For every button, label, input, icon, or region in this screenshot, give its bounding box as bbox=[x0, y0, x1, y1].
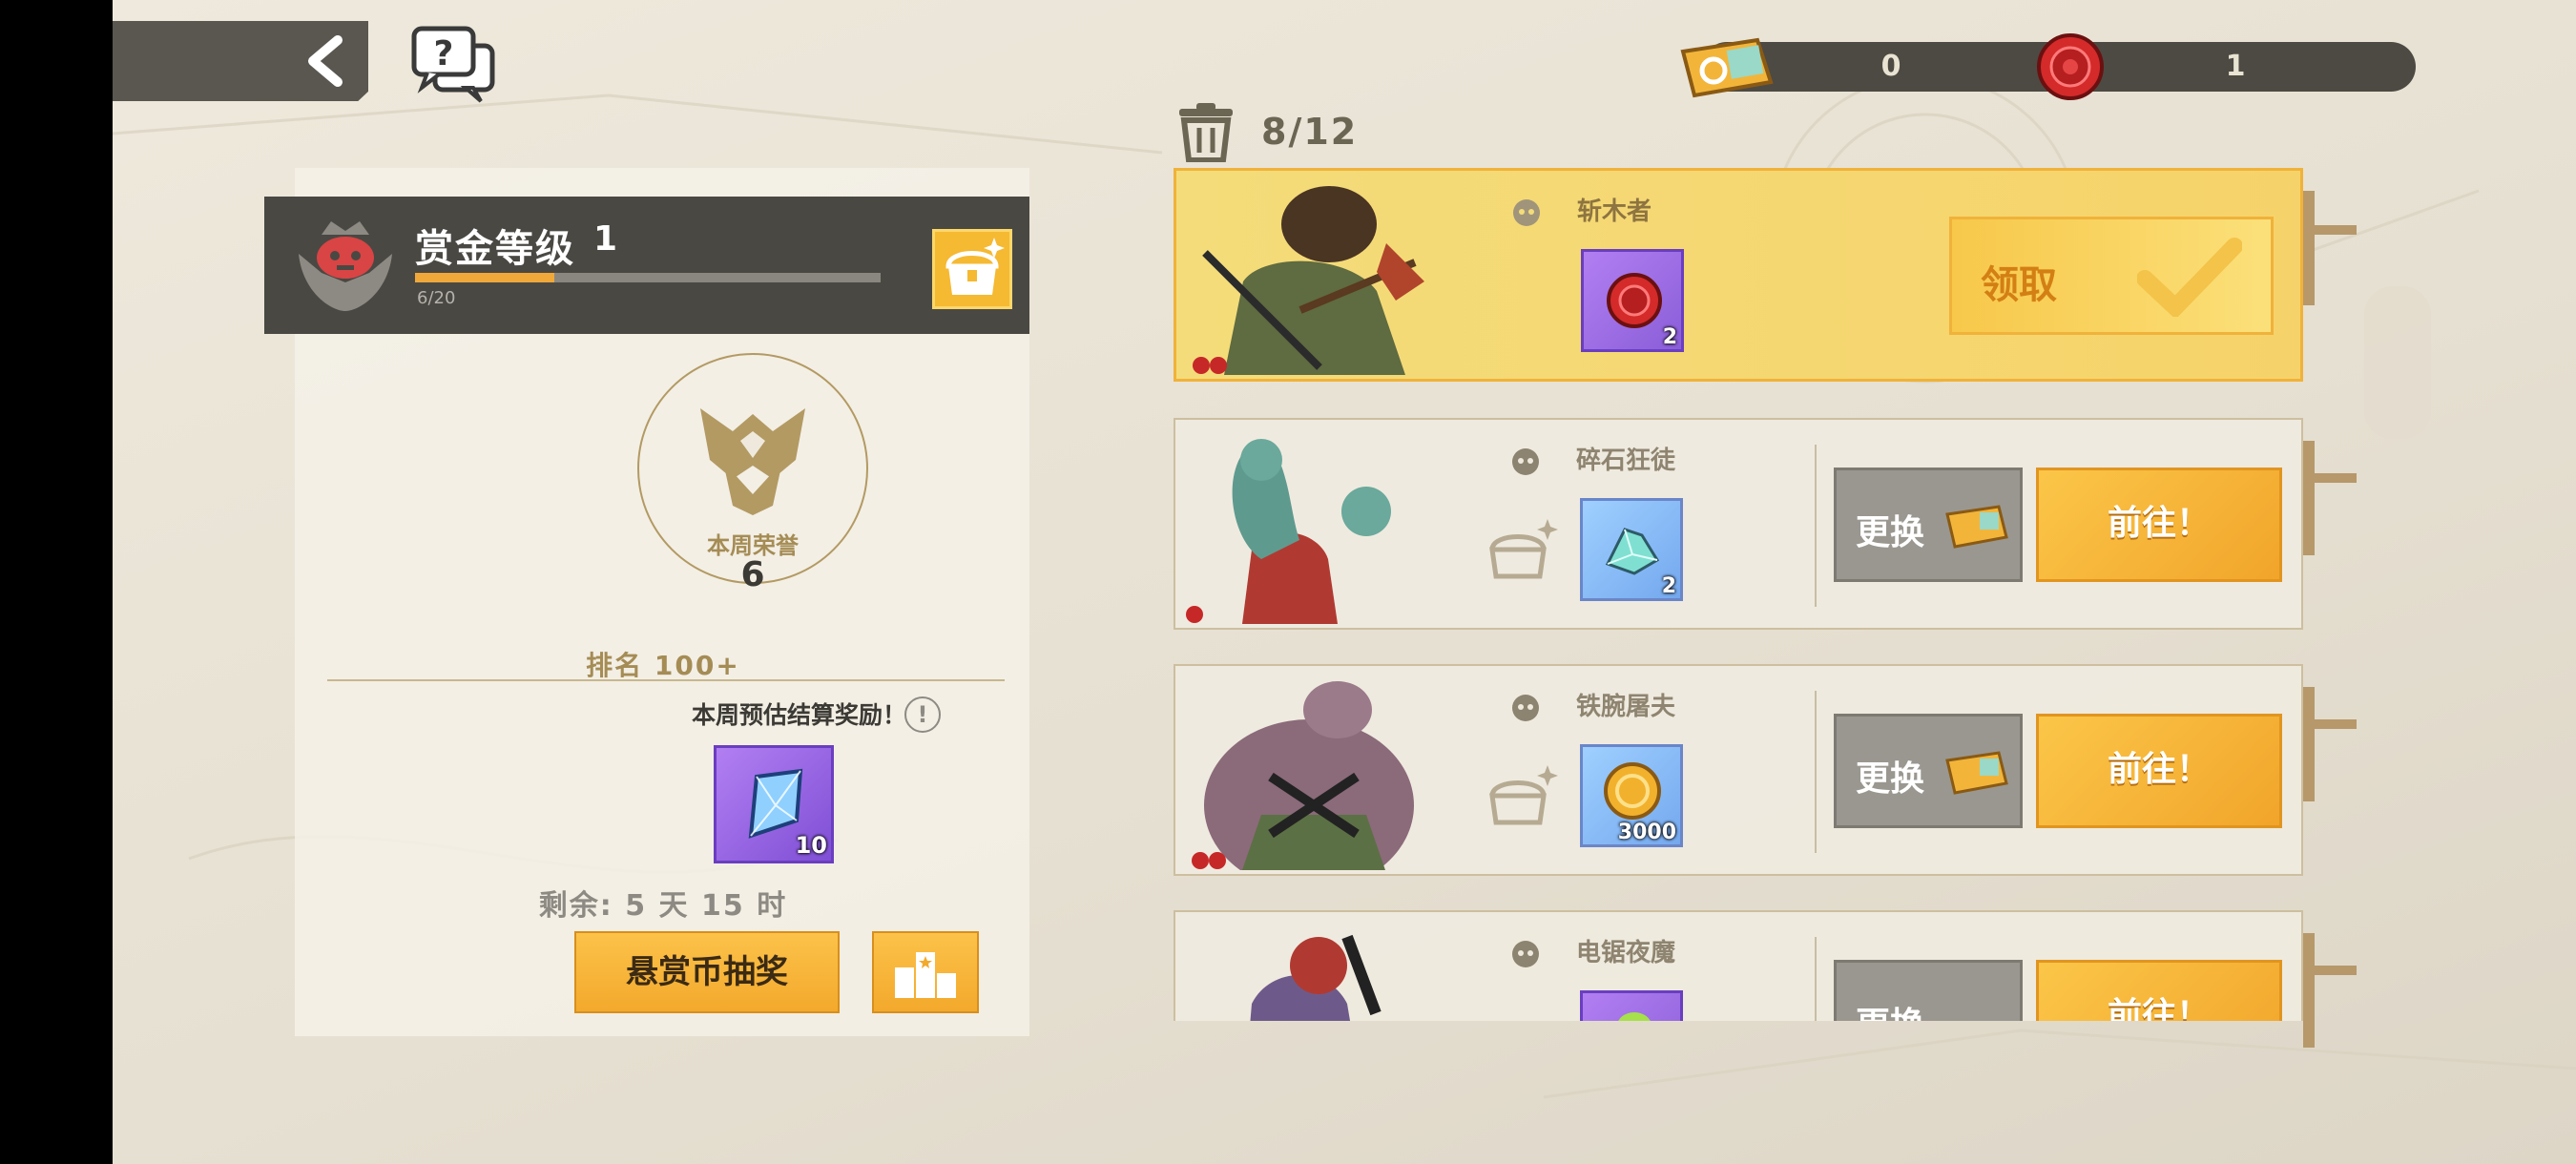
weekly-reward-label: 本周预估结算奖励！ bbox=[691, 701, 906, 729]
skull-icon bbox=[1512, 941, 1539, 967]
trash-bin-icon[interactable] bbox=[1175, 103, 1236, 162]
reward-item[interactable]: 2 bbox=[1581, 249, 1684, 352]
xp-progress-text: 6/20 bbox=[417, 288, 456, 308]
swap-button[interactable]: 更换 bbox=[1834, 468, 2023, 582]
back-button[interactable] bbox=[113, 21, 368, 101]
card-divider bbox=[1815, 691, 1817, 853]
xp-progress-fill bbox=[415, 273, 555, 282]
reward-qty: 2 bbox=[1661, 574, 1676, 598]
claim-button[interactable]: 领取 bbox=[1949, 217, 2274, 335]
go-button[interactable]: 前往！ bbox=[2036, 714, 2282, 828]
chainsaw-demon-portrait bbox=[1250, 934, 1381, 1021]
gold-coin-icon bbox=[1604, 762, 1661, 820]
red-coin-icon bbox=[1607, 273, 1662, 328]
podium-icon bbox=[895, 952, 956, 998]
weekly-reward-item[interactable]: 10 bbox=[714, 745, 834, 863]
swap-button[interactable]: 更换 bbox=[1834, 714, 2023, 828]
info-icon[interactable]: ! bbox=[904, 696, 941, 733]
bounty-card[interactable]: 铁腕屠夫 3000 更换 前往！ bbox=[1174, 664, 2303, 876]
go-button[interactable]: 前往！ bbox=[2036, 468, 2282, 582]
help-chat-icon[interactable]: ? bbox=[410, 25, 498, 103]
ticket-count: 0 bbox=[1880, 50, 1901, 83]
bounty-name: 碎石狂徒 bbox=[1576, 447, 1676, 475]
bounty-name: 铁腕屠夫 bbox=[1576, 693, 1676, 721]
swap-label: 更换 bbox=[1856, 513, 1925, 552]
chevron-left-icon bbox=[308, 35, 343, 87]
ticket-icon bbox=[1945, 751, 2008, 795]
swap-button[interactable]: 更换 bbox=[1834, 960, 2023, 1021]
swap-label: 更换 bbox=[1856, 997, 1924, 1021]
bounty-card[interactable]: 电锯夜魔 更换 前往！ bbox=[1174, 910, 2303, 1021]
reward-item[interactable]: 2 bbox=[1580, 498, 1683, 601]
panel-divider bbox=[327, 679, 1005, 681]
go-button[interactable]: 前往！ bbox=[2036, 960, 2282, 1021]
reward-item[interactable]: 3000 bbox=[1580, 744, 1683, 847]
honor-wings-icon bbox=[700, 408, 805, 515]
level-chest-button[interactable] bbox=[932, 229, 1012, 309]
bounty-list[interactable]: 斩木者 2 领取 碎石狂徒 2 更换 前往！ 铁腕屠夫 3000 更换 前往！ … bbox=[1174, 168, 2357, 1021]
potion-icon bbox=[1618, 1012, 1651, 1021]
claim-label: 领取 bbox=[1981, 263, 2057, 307]
skull-icon bbox=[1512, 695, 1539, 721]
stone-brute-portrait bbox=[1186, 439, 1391, 624]
reward-qty: 2 bbox=[1662, 325, 1677, 349]
checkmark-icon bbox=[2137, 238, 2242, 317]
bounty-level-number: 1 bbox=[593, 219, 618, 259]
coin-currency: 1 bbox=[2037, 33, 2416, 100]
swap-label: 更换 bbox=[1856, 759, 1925, 799]
xp-progress-bar bbox=[415, 273, 881, 282]
leaderboard-button[interactable] bbox=[872, 931, 979, 1013]
bounty-slot-count: 8/12 bbox=[1261, 111, 1359, 153]
bounty-level-title: 赏金等级 bbox=[415, 227, 575, 271]
card-divider bbox=[1815, 937, 1817, 1021]
reward-item[interactable] bbox=[1580, 990, 1683, 1021]
bounty-level-bar: 赏金等级 1 6/20 bbox=[264, 197, 1029, 334]
svg-text:?: ? bbox=[434, 34, 454, 73]
bounty-lottery-button[interactable]: 悬赏币抽奖 bbox=[574, 931, 840, 1013]
ore-crystal-icon bbox=[1605, 528, 1660, 575]
chest-sparkle-icon bbox=[1489, 765, 1558, 825]
weekly-reward-qty: 10 bbox=[795, 832, 827, 859]
bounty-name: 电锯夜魔 bbox=[1576, 939, 1676, 967]
iron-butcher-portrait bbox=[1192, 681, 1414, 870]
rank-text: 排名 100+ bbox=[586, 650, 740, 681]
bounty-card[interactable]: 斩木者 2 领取 bbox=[1174, 168, 2303, 382]
bounty-emblem-icon bbox=[299, 221, 392, 311]
reward-qty: 3000 bbox=[1617, 821, 1676, 844]
remaining-time: 剩余: 5 天 15 时 bbox=[538, 889, 788, 923]
list-side-decoration bbox=[2303, 191, 2357, 1048]
lumberjack-portrait bbox=[1193, 186, 1424, 375]
bounty-card[interactable]: 碎石狂徒 2 更换 前往！ bbox=[1174, 418, 2303, 630]
ticket-icon bbox=[1945, 505, 2008, 549]
skull-icon bbox=[1512, 448, 1539, 475]
bounty-name: 斩木者 bbox=[1577, 197, 1652, 226]
treasure-chest-icon bbox=[945, 238, 1005, 295]
chest-sparkle-icon bbox=[1489, 519, 1558, 579]
coin-count: 1 bbox=[2225, 50, 2246, 83]
skull-icon bbox=[1513, 199, 1540, 226]
honor-value: 6 bbox=[740, 555, 765, 594]
weekly-honor-badge: 本周荣誉 6 bbox=[637, 353, 868, 594]
card-divider bbox=[1815, 445, 1817, 607]
ticket-currency: 0 bbox=[1680, 37, 2080, 98]
